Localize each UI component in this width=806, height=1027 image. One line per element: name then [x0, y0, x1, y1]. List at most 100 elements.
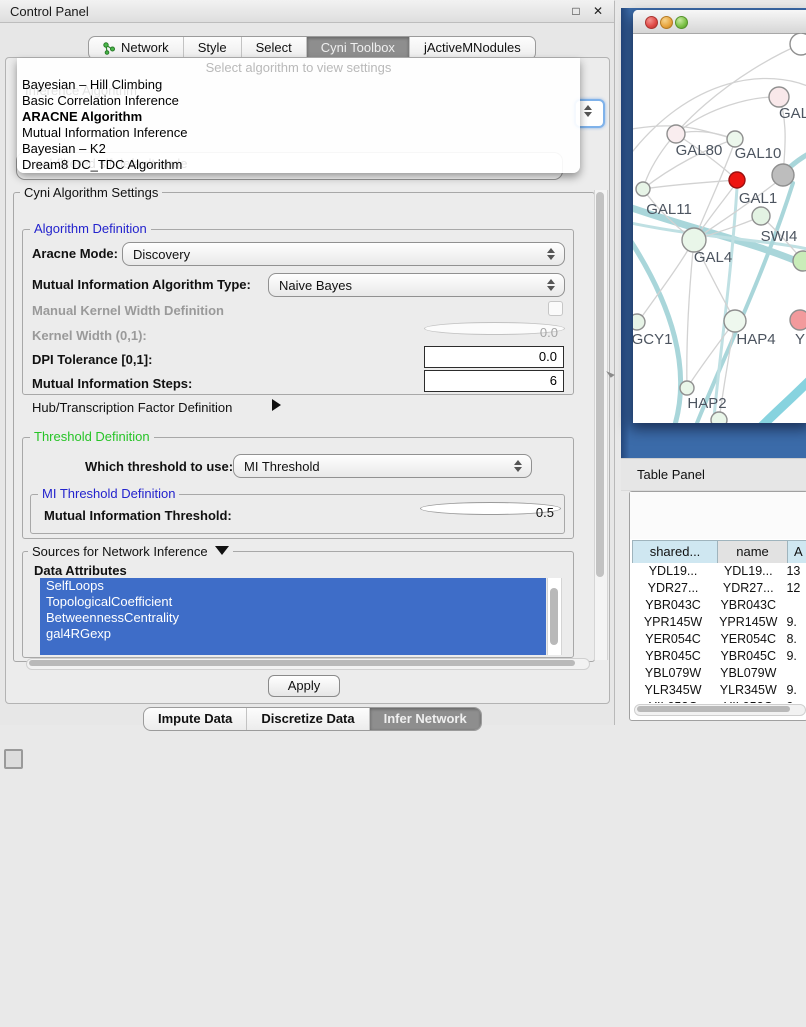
dropdown-item[interactable]: ARACNE Algorithm: [22, 109, 142, 125]
dropdown-item[interactable]: Mutual Information Inference: [22, 125, 187, 141]
settings-hscrollbar[interactable]: [26, 658, 590, 670]
table-hscrollbar-thumb[interactable]: [637, 706, 790, 712]
table-row[interactable]: YDL19...YDL19...13: [632, 563, 806, 580]
network-node[interactable]: [711, 412, 727, 423]
collapse-down-icon[interactable]: [215, 546, 229, 555]
table-row[interactable]: YLR345WYLR345W9.: [632, 682, 806, 699]
aracne-mode-select[interactable]: Discovery: [122, 242, 565, 266]
network-node-label: GAL: [779, 105, 806, 122]
apply-button[interactable]: Apply: [268, 675, 340, 697]
tab-infer-network-label: Infer Network: [384, 708, 467, 730]
control-panel-titlebar: Control Panel □ ✕: [0, 0, 614, 23]
table-row[interactable]: YER054CYER054C8.: [632, 631, 806, 648]
table-row[interactable]: YIL052CYIL052C9.: [632, 699, 806, 703]
table-toolbar: ⚙ ✓ ✓: [630, 492, 806, 539]
table-hscrollbar[interactable]: [634, 704, 806, 716]
table-cell: 8.: [782, 631, 806, 648]
minimized-panel-icon[interactable]: [4, 749, 23, 769]
mi-threshold-label: Mutual Information Threshold:: [44, 508, 232, 523]
table-cell: YDR27...: [714, 580, 782, 597]
column-header-shared-name[interactable]: shared...: [632, 540, 718, 564]
network-node[interactable]: [636, 182, 650, 196]
stepper-arrows-icon: [542, 248, 564, 260]
settings-scrollbar-thumb[interactable]: [596, 192, 604, 577]
attribute-item[interactable]: SelfLoops: [40, 578, 546, 594]
tab-cyni-toolbox[interactable]: Cyni Toolbox: [306, 37, 409, 59]
close-traffic-light-icon[interactable]: [645, 16, 658, 29]
table-row[interactable]: YPR145WYPR145W9.: [632, 614, 806, 631]
tab-discretize-data[interactable]: Discretize Data: [246, 708, 368, 730]
mi-steps-input[interactable]: 6: [424, 370, 564, 392]
column-header-partial[interactable]: A: [787, 540, 806, 564]
network-node[interactable]: [752, 207, 770, 225]
attributes-scrollbar-thumb[interactable]: [550, 588, 558, 645]
mi-type-select[interactable]: Naive Bayes: [268, 273, 565, 297]
settings-group-title: Cyni Algorithm Settings: [20, 186, 162, 199]
stepper-arrows-icon: [509, 460, 531, 472]
manual-kernel-checkbox[interactable]: [548, 301, 563, 316]
minimize-traffic-light-icon[interactable]: [660, 16, 673, 29]
expand-right-icon[interactable]: [272, 399, 281, 411]
tab-infer-network[interactable]: Infer Network: [369, 708, 481, 730]
dropdown-item[interactable]: Bayesian – K2: [22, 141, 106, 157]
data-attributes-list[interactable]: SelfLoops TopologicalCoefficient Between…: [40, 578, 546, 655]
network-node[interactable]: [769, 87, 789, 107]
sources-title-text: Sources for Network Inference: [32, 544, 208, 559]
table-body: YDL19...YDL19...13YDR27...YDR27...12YBR0…: [632, 563, 806, 703]
dropdown-item[interactable]: Basic Correlation Inference: [22, 93, 179, 109]
network-canvas[interactable]: GALGAL80GAL10GAL11GAL1SWI4GAL4GCY1HAP4YH…: [633, 33, 806, 423]
table-row[interactable]: YBR045CYBR045C9.: [632, 648, 806, 665]
zoom-traffic-light-icon[interactable]: [675, 16, 688, 29]
dpi-tolerance-label: DPI Tolerance [0,1]:: [32, 352, 152, 367]
table-row[interactable]: YDR27...YDR27...12: [632, 580, 806, 597]
network-icon: [103, 42, 116, 55]
settings-scrollbar[interactable]: [594, 190, 608, 660]
network-node[interactable]: [724, 310, 746, 332]
restore-window-icon[interactable]: □: [568, 3, 584, 19]
network-node[interactable]: [667, 125, 685, 143]
attribute-item[interactable]: gal4RGexp: [40, 626, 546, 642]
network-node[interactable]: [772, 164, 794, 186]
network-edge: [713, 188, 737, 423]
mi-threshold-group-title: MI Threshold Definition: [38, 487, 179, 500]
attribute-item[interactable]: TopologicalCoefficient: [40, 594, 546, 610]
table-row[interactable]: YBR043CYBR043C: [632, 597, 806, 614]
network-node[interactable]: [729, 172, 745, 188]
tab-cyni-toolbox-label: Cyni Toolbox: [321, 37, 395, 59]
table-cell: YER054C: [714, 631, 782, 648]
attributes-scrollbar[interactable]: [547, 578, 562, 655]
tab-select[interactable]: Select: [241, 37, 306, 59]
tab-network-label: Network: [121, 37, 169, 59]
network-edge: [643, 180, 737, 189]
algorithm-definition-title: Algorithm Definition: [30, 222, 151, 235]
settings-hscrollbar-thumb[interactable]: [29, 660, 575, 666]
network-node[interactable]: [680, 381, 694, 395]
tab-impute-data[interactable]: Impute Data: [144, 708, 246, 730]
hub-section-label[interactable]: Hub/Transcription Factor Definition: [32, 400, 232, 415]
network-node-label: GAL1: [739, 190, 777, 207]
tab-network[interactable]: Network: [89, 37, 183, 59]
tab-jactivemnodules[interactable]: jActiveMNodules: [409, 37, 535, 59]
mi-threshold-input[interactable]: 0.5: [420, 502, 561, 515]
table-cell: YDR27...: [632, 580, 714, 597]
network-node-label: HAP4: [736, 331, 775, 348]
tab-style[interactable]: Style: [183, 37, 241, 59]
algorithm-dropdown: Inference Algorithm gal-filtered sif def…: [17, 58, 580, 173]
network-node[interactable]: [790, 33, 806, 55]
attribute-item[interactable]: [40, 642, 546, 655]
dpi-tolerance-input[interactable]: 0.0: [424, 346, 564, 368]
mi-type-label: Mutual Information Algorithm Type:: [32, 277, 251, 292]
which-threshold-label: Which threshold to use:: [85, 459, 233, 474]
dropdown-item[interactable]: Dream8 DC_TDC Algorithm: [22, 157, 182, 173]
network-node[interactable]: [793, 251, 806, 271]
dropdown-item[interactable]: Bayesian – Hill Climbing: [22, 77, 162, 93]
kernel-width-input[interactable]: 0.0: [424, 322, 565, 335]
network-node[interactable]: [633, 314, 645, 330]
table-cell: YBR045C: [714, 648, 782, 665]
close-window-icon[interactable]: ✕: [590, 3, 606, 19]
table-row[interactable]: YBL079WYBL079W: [632, 665, 806, 682]
column-header-name[interactable]: name: [717, 540, 788, 564]
which-threshold-select[interactable]: MI Threshold: [233, 454, 532, 478]
attribute-item[interactable]: BetweennessCentrality: [40, 610, 546, 626]
network-node[interactable]: [790, 310, 806, 330]
